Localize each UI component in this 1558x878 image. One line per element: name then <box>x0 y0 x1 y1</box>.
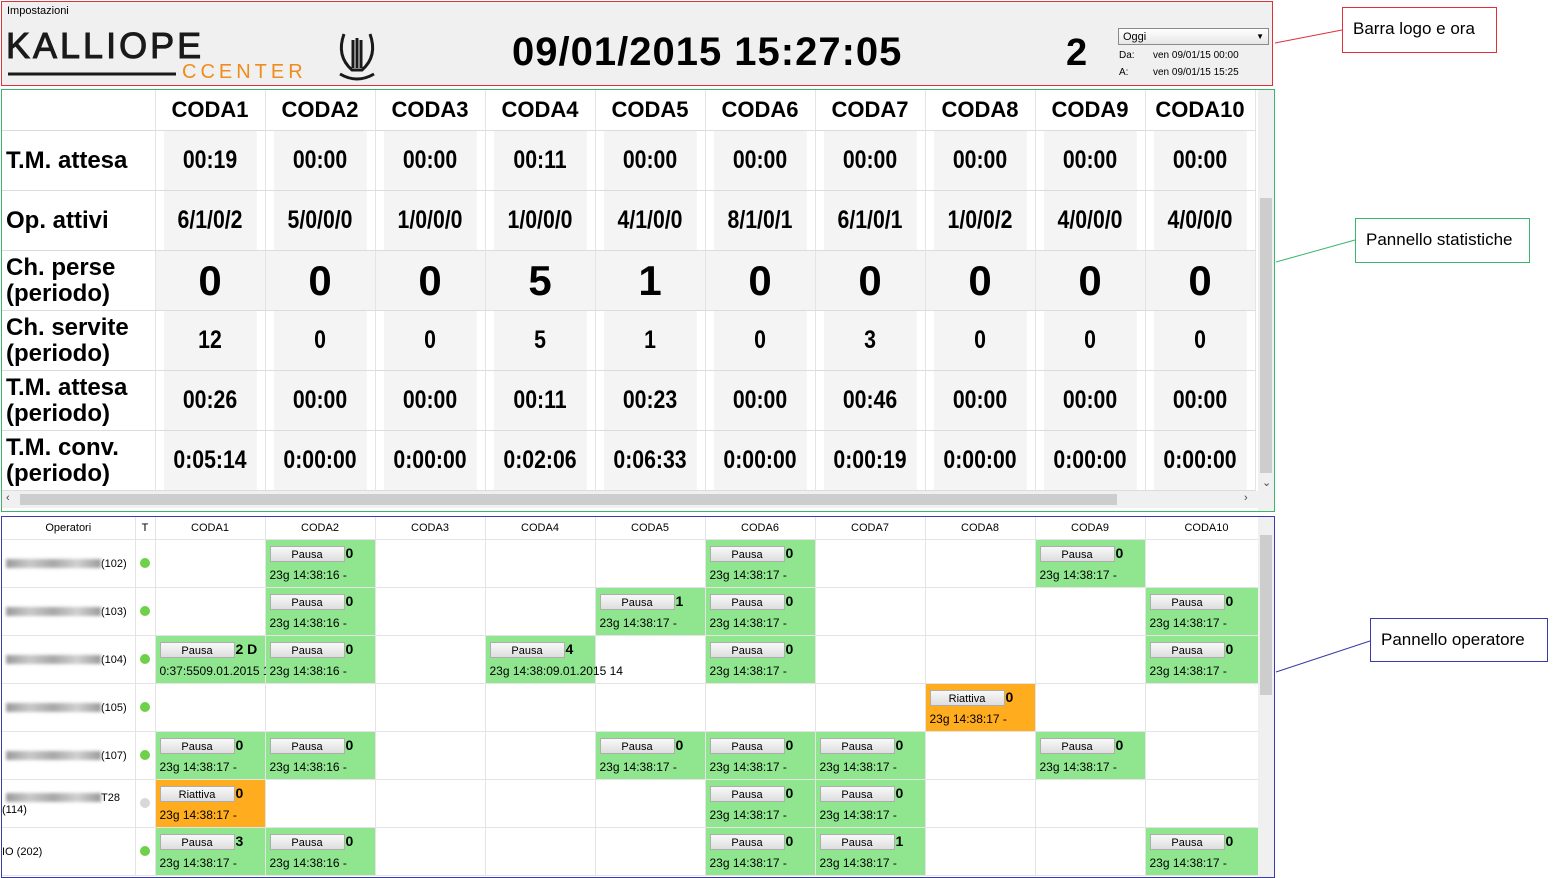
callout-operator-panel: Pannello operatore <box>1370 618 1548 662</box>
callout-connectors <box>1274 29 1371 673</box>
callout-logo-bar: Barra logo e ora <box>1342 7 1497 53</box>
callout-stats-panel: Pannello statistiche <box>1355 218 1530 263</box>
